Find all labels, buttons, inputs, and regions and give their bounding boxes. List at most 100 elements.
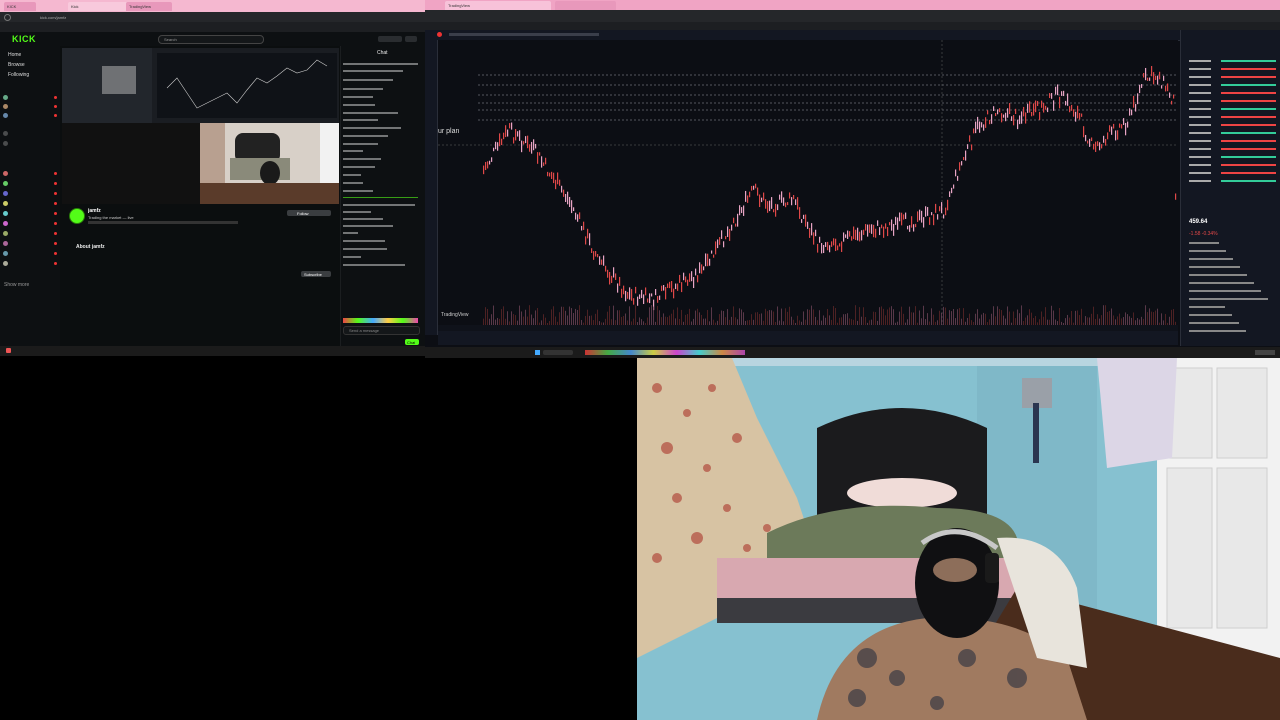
sidebar-channel[interactable] [3,230,57,238]
candle [797,197,799,210]
volume-bar [1007,306,1008,325]
volume-bar [1077,310,1078,325]
symbol-icon[interactable] [437,32,442,37]
tab-tradingview-left[interactable]: TradingView [126,2,172,11]
volume-bar [859,307,860,325]
watchlist-symbol [1189,76,1211,78]
sidebar-following[interactable]: Following [8,72,29,78]
sidebar-channel[interactable] [3,170,57,178]
candle [867,224,869,237]
volume-bar [1089,317,1090,325]
streamer-avatar[interactable] [69,208,85,224]
sidebar-channel[interactable] [3,140,57,148]
chat-message [343,79,393,81]
volume-bar [699,312,700,325]
tab-kick[interactable]: KICK [4,2,36,11]
back-icon[interactable] [4,14,11,21]
sidebar-channel[interactable] [3,250,57,258]
price-chart[interactable] [438,40,1178,325]
volume-bar [529,305,530,325]
candle [587,228,589,239]
sidebar-channel[interactable] [3,260,57,268]
kick-search-input[interactable]: Search [158,35,264,44]
taskbar-search[interactable] [543,350,573,355]
candle [1173,94,1175,99]
sidebar-home[interactable]: Home [8,52,21,58]
sidebar-channel[interactable] [3,94,57,102]
candle [557,172,559,185]
candle [829,245,831,253]
subscribe-button[interactable]: Subscribe [301,271,331,277]
sidebar-channel[interactable] [3,210,57,218]
candle [1109,125,1111,132]
chat-message [343,218,383,220]
candle [519,130,521,141]
candle [1079,113,1081,120]
volume-bar [697,308,698,325]
volume-bar [863,307,864,325]
sidebar-show-more[interactable]: Show more [4,282,29,288]
candle [685,276,687,283]
windows-start-icon[interactable] [6,348,11,353]
candle [727,226,729,237]
login-button[interactable] [378,36,402,42]
watchlist-rows[interactable] [1181,30,1280,346]
kick-logo[interactable]: KICK [12,34,36,44]
sidebar-browse[interactable]: Browse [8,62,25,68]
candle [731,224,733,231]
streamer-name[interactable]: jamfz [88,208,101,214]
candle [553,172,555,184]
emote-bar[interactable] [343,318,418,323]
candle [1009,103,1011,115]
volume-bar [1151,311,1152,325]
volume-bar [803,311,804,325]
watchlist-change [1221,68,1276,70]
windows-start-icon[interactable] [535,350,540,355]
volume-bar [933,314,934,325]
candle [963,156,965,161]
sidebar-channel[interactable] [3,103,57,111]
tab-kick-2[interactable]: Kick [68,2,128,11]
candle [1113,123,1115,129]
sidebar-channel[interactable] [3,190,57,198]
tv-drawing-tools[interactable] [425,40,438,335]
volume-bar [613,305,614,325]
detail-line [1189,322,1239,324]
left-url-text[interactable]: kick.com/jamfz [40,15,66,20]
volume-bar [527,316,528,325]
chat-input[interactable]: Send a message [343,326,420,335]
taskbar-apps[interactable] [585,350,745,355]
volume-bar [1041,311,1042,325]
sidebar-channel[interactable] [3,200,57,208]
candle [983,124,985,131]
sidebar-channel[interactable] [3,130,57,138]
volume-bar [739,308,740,325]
candle [853,226,855,240]
candle [503,132,505,140]
volume-bar [771,310,772,325]
detail-line [1189,258,1233,260]
volume-bar [1161,313,1162,325]
candle [969,135,971,142]
price-chart-svg[interactable] [438,40,1178,325]
follow-button[interactable]: Follow [287,210,331,216]
right-url-bar[interactable] [425,10,1280,22]
chat-send-button[interactable]: Chat [405,339,419,345]
tv-toolbar-items[interactable] [449,33,599,36]
tv-bottom-bar [438,325,1178,345]
candle [523,141,525,145]
tab-tradingview[interactable]: TradingView [445,1,551,10]
candle [629,287,631,300]
candle [631,289,633,301]
candle [611,275,613,283]
sidebar-channel[interactable] [3,220,57,228]
candle [687,279,689,286]
sidebar-channel[interactable] [3,112,57,120]
tab-other[interactable] [555,1,616,10]
candle [555,179,557,190]
left-url-bar[interactable]: kick.com/jamfz [0,12,425,22]
menu-button[interactable] [405,36,417,42]
volume-bar [1137,318,1138,325]
sidebar-channel[interactable] [3,240,57,248]
sidebar-channel[interactable] [3,180,57,188]
